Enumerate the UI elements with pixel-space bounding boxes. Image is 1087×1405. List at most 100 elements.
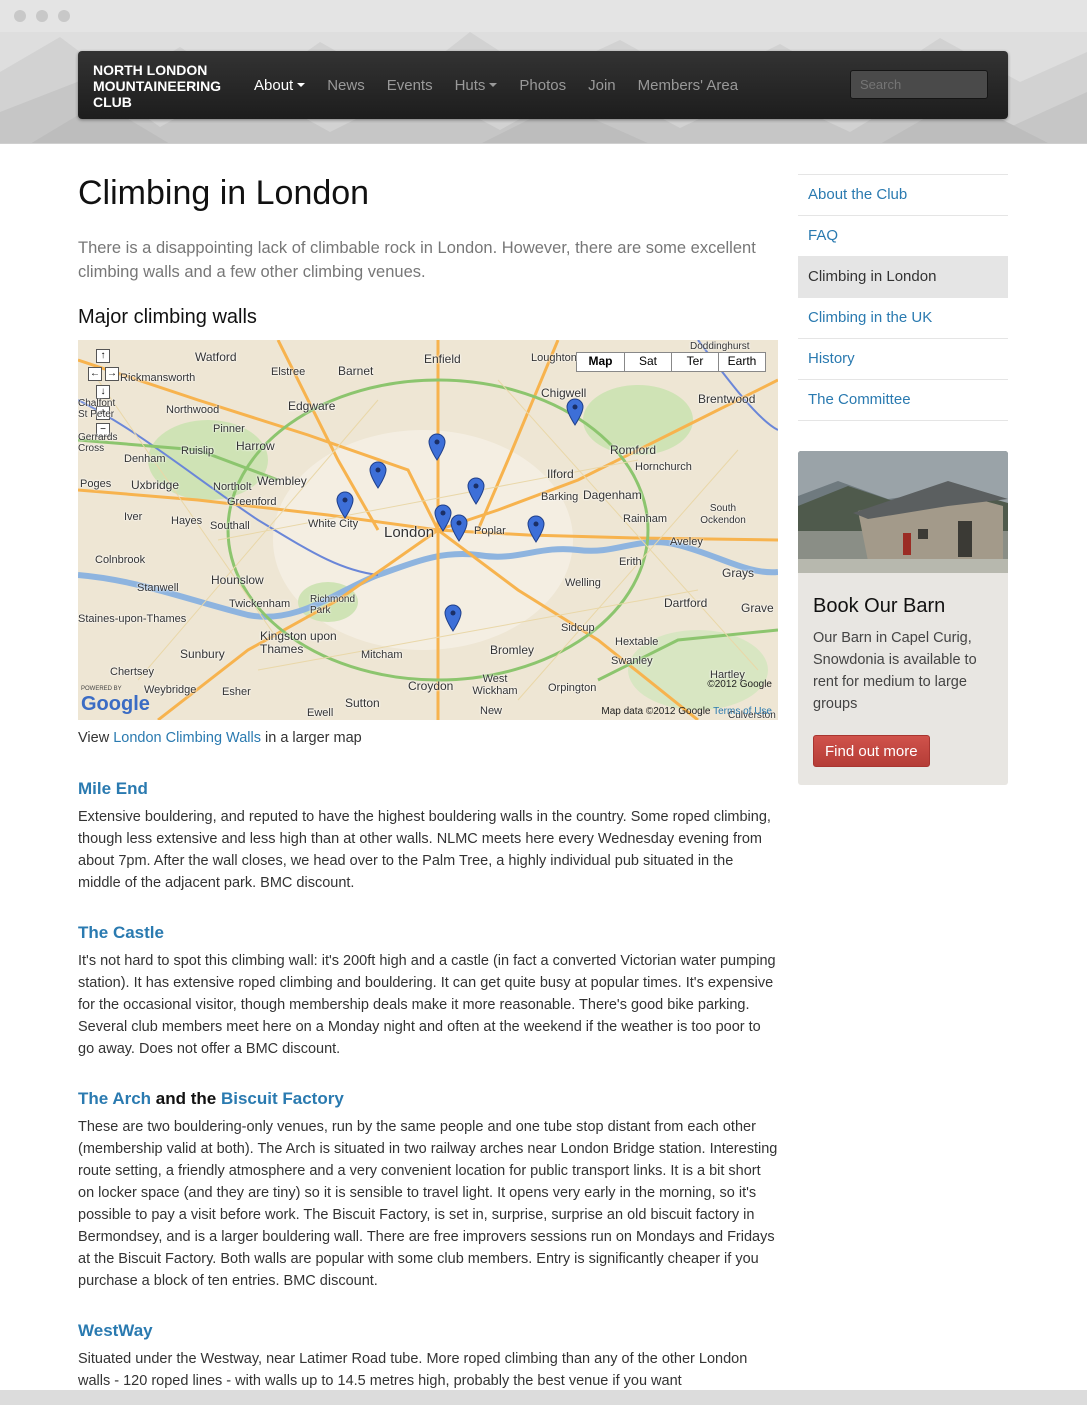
map-place-label: Erith: [619, 556, 642, 568]
map-place-label: London: [384, 524, 435, 541]
map-marker-icon[interactable]: [467, 477, 485, 505]
map-marker-icon[interactable]: [336, 491, 354, 519]
map-place-label: Gerrards Cross: [78, 432, 118, 454]
brand-logo[interactable]: NORTH LONDON MOUNTAINEERING CLUB: [93, 62, 243, 110]
venue-link-the-castle[interactable]: The Castle: [78, 923, 164, 942]
map-place-label: Brentwood: [698, 392, 756, 406]
browser-viewport: NORTH LONDON MOUNTAINEERING CLUB About N…: [0, 32, 1087, 1390]
nav-item-label: Events: [386, 76, 433, 94]
map-marker-icon[interactable]: [444, 604, 462, 632]
pan-down-icon[interactable]: ↓: [96, 385, 110, 399]
sidebar-item-faq[interactable]: FAQ: [798, 216, 1008, 257]
sidebar-item-history[interactable]: History: [798, 339, 1008, 380]
map-place-label: Doddinghurst: [690, 341, 750, 352]
nav-item-members-area[interactable]: Members' Area: [638, 77, 738, 94]
embedded-map[interactable]: Map Sat Ter Earth ↑ ← → ↓ + − Watford En…: [78, 340, 778, 720]
sidebar-nav: About the Club FAQ Climbing in London Cl…: [798, 174, 1008, 421]
map-place-label: Hornchurch: [635, 461, 692, 473]
map-type-sat[interactable]: Sat: [624, 353, 671, 371]
map-place-label: Northwood: [166, 404, 220, 416]
map-place-label: Harrow: [236, 439, 275, 453]
find-out-more-button[interactable]: Find out more: [813, 735, 930, 767]
map-place-label: Twickenham: [229, 598, 291, 610]
map-place-label: Edgware: [288, 399, 336, 413]
lead-paragraph: There is a disappointing lack of climbab…: [78, 239, 756, 281]
search-input[interactable]: [850, 70, 988, 99]
brand-line: NORTH LONDON: [93, 62, 208, 78]
venue-link-westway[interactable]: WestWay: [78, 1321, 153, 1340]
venue-link-mile-end[interactable]: Mile End: [78, 779, 148, 798]
map-place-label: Barnet: [338, 364, 374, 378]
venue-heading-connector: and the: [155, 1089, 217, 1108]
map-place-label: Ewell: [307, 707, 334, 719]
barn-title: Book Our Barn: [813, 595, 946, 617]
venue-link-the-arch[interactable]: The Arch: [78, 1089, 151, 1108]
map-place-label: Ruislip: [181, 445, 215, 457]
nav-item-about[interactable]: About: [254, 77, 306, 94]
sidebar-item-climbing-in-the-uk[interactable]: Climbing in the UK: [798, 298, 1008, 339]
nav-item-join[interactable]: Join: [588, 77, 616, 94]
map-place-label: Chalfont St Peter: [78, 398, 116, 420]
venue-description: Extensive bouldering, and reputed to hav…: [78, 809, 771, 891]
google-logo[interactable]: Google: [81, 693, 150, 716]
venue-description: It's not hard to spot this climbing wall…: [78, 953, 776, 1057]
nav-item-news[interactable]: News: [327, 77, 365, 94]
pan-up-icon[interactable]: ↑: [96, 349, 110, 363]
map-place-label: Romford: [610, 443, 657, 457]
map-place-label: Dartford: [664, 596, 708, 610]
larger-map-link[interactable]: London Climbing Walls: [113, 730, 261, 746]
venue-link-biscuit-factory[interactable]: Biscuit Factory: [221, 1089, 344, 1108]
map-place-label: Esher: [222, 686, 251, 698]
venue-section-mile-end: Mile End Extensive bouldering, and reput…: [78, 778, 778, 894]
sidebar-item-the-committee[interactable]: The Committee: [798, 380, 1008, 421]
map-place-label: Poges: [80, 478, 112, 490]
map-place-label: Weybridge: [144, 684, 197, 696]
map-place-label: Uxbridge: [131, 478, 180, 492]
nav-item-huts[interactable]: Huts: [455, 77, 498, 94]
map-place-label: Northolt: [213, 481, 252, 493]
venue-section-westway: WestWay Situated under the Westway, near…: [78, 1320, 778, 1390]
map-marker-icon[interactable]: [566, 398, 584, 426]
map-marker-icon[interactable]: [527, 515, 545, 543]
window-close-dot[interactable]: [14, 10, 26, 22]
map-type-earth[interactable]: Earth: [718, 353, 765, 371]
map-place-label: Mitcham: [361, 649, 403, 661]
map-place-label: West Wickham: [472, 673, 518, 697]
map-type-map[interactable]: Map: [577, 353, 624, 371]
map-place-label: Aveley: [670, 536, 703, 548]
sidebar-item-climbing-in-london[interactable]: Climbing in London: [798, 257, 1008, 298]
pan-right-icon[interactable]: →: [105, 367, 119, 381]
map-marker-icon[interactable]: [450, 514, 468, 542]
map-place-label: Colnbrook: [95, 554, 146, 566]
nav-item-events[interactable]: Events: [387, 77, 433, 94]
nav-item-label: Photos: [519, 76, 567, 94]
map-place-label: Grave: [741, 601, 774, 615]
map-type-ter[interactable]: Ter: [671, 353, 718, 371]
window-zoom-dot[interactable]: [58, 10, 70, 22]
caret-down-icon: [489, 83, 498, 87]
map-place-label: Chertsey: [110, 666, 155, 678]
venue-description: Situated under the Westway, near Latimer…: [78, 1351, 748, 1389]
venue-section-the-castle: The Castle It's not hard to spot this cl…: [78, 922, 778, 1060]
terms-of-use-link[interactable]: Terms of Use: [713, 706, 772, 717]
nav-item-label: Members' Area: [637, 76, 739, 94]
map-place-label: New: [480, 705, 503, 717]
barn-photo: [798, 451, 1008, 573]
map-place-label: Staines-upon-Thames: [78, 613, 187, 625]
map-place-label: Elstree: [271, 366, 306, 378]
map-place-label: Watford: [195, 350, 237, 364]
map-place-label: Bromley: [490, 643, 535, 657]
nav-item-photos[interactable]: Photos: [519, 77, 566, 94]
nav-item-label: News: [327, 76, 365, 94]
map-place-label: Kingston upon Thames: [260, 629, 337, 656]
map-place-label: Pinner: [213, 423, 245, 435]
map-place-label: Denham: [124, 453, 166, 465]
map-place-label: White City: [308, 518, 359, 530]
map-place-label: Welling: [565, 577, 601, 589]
map-marker-icon[interactable]: [369, 461, 387, 489]
pan-left-icon[interactable]: ←: [88, 367, 102, 381]
map-marker-icon[interactable]: [428, 433, 446, 461]
map-caption-prefix: View: [78, 730, 110, 746]
window-minimize-dot[interactable]: [36, 10, 48, 22]
sidebar-item-about-the-club[interactable]: About the Club: [798, 175, 1008, 216]
